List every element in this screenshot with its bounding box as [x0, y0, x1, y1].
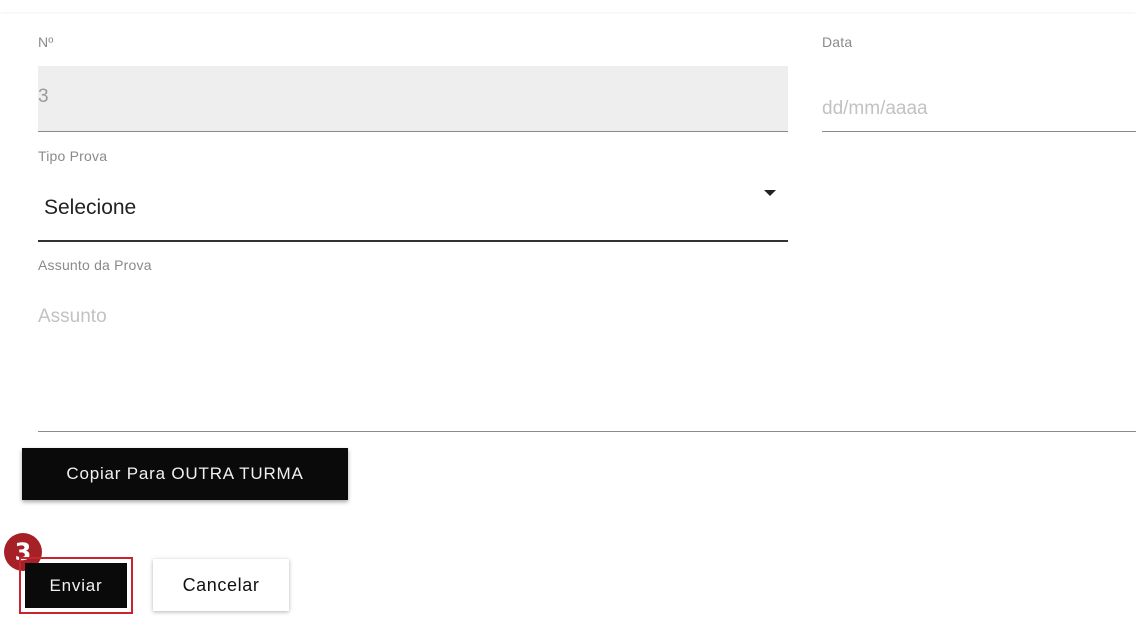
- caret-down-icon: [764, 190, 776, 196]
- tipo-prova-selected-value: Selecione: [44, 196, 137, 219]
- numero-label: Nº: [38, 34, 54, 50]
- form-card: Nº 3 Data Tipo Prova Selecione Assunto d…: [0, 14, 1136, 625]
- numero-value: 3: [38, 86, 49, 107]
- tipo-prova-select[interactable]: Selecione: [38, 180, 788, 242]
- enviar-button[interactable]: Enviar: [25, 563, 127, 608]
- tipo-prova-label: Tipo Prova: [38, 148, 108, 164]
- cancelar-button[interactable]: Cancelar: [153, 559, 289, 611]
- enviar-highlight-frame: Enviar: [19, 557, 133, 614]
- numero-field: 3: [38, 66, 788, 132]
- assunto-field: [38, 296, 1136, 432]
- copiar-outra-turma-button[interactable]: Copiar Para OUTRA TURMA: [22, 448, 348, 500]
- data-input[interactable]: [822, 66, 1136, 132]
- assunto-label: Assunto da Prova: [38, 257, 152, 273]
- assunto-textarea[interactable]: [38, 296, 1136, 431]
- data-label: Data: [822, 34, 853, 50]
